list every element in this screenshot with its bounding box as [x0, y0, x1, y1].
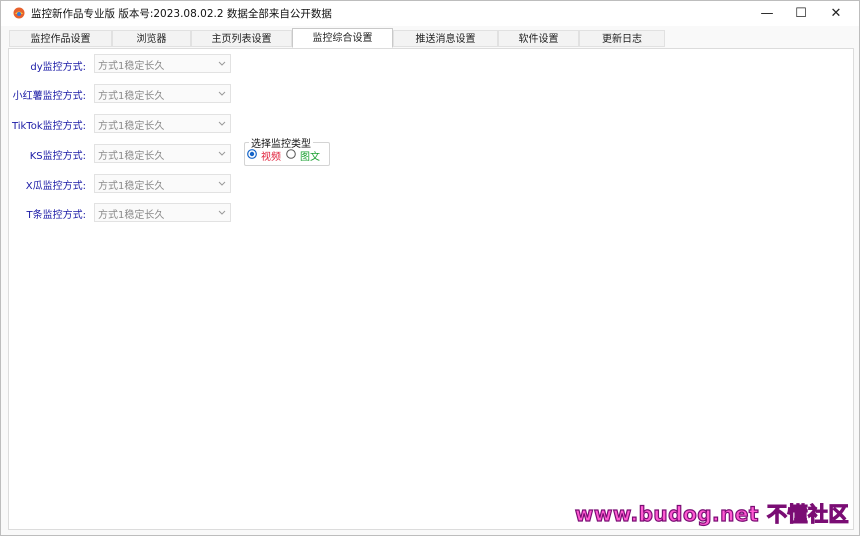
chevron-down-icon	[218, 121, 226, 126]
window-title: 监控新作品专业版 版本号:2023.08.02.2 数据全部来自公开数据	[31, 8, 332, 20]
tab-push-message[interactable]: 推送消息设置	[393, 30, 498, 47]
tab-monitor-works[interactable]: 监控作品设置	[9, 30, 112, 47]
chevron-down-icon	[218, 91, 226, 96]
tiktok-method-value: 方式1稳定长久	[98, 121, 165, 132]
tab-homepage-list[interactable]: 主页列表设置	[191, 30, 292, 47]
xigua-method-select[interactable]: 方式1稳定长久	[94, 174, 231, 193]
chevron-down-icon	[218, 181, 226, 186]
tiktok-method-select[interactable]: 方式1稳定长久	[94, 114, 231, 133]
xigua-method-label: X瓜监控方式:	[25, 181, 86, 192]
xhs-method-label: 小红薯监控方式:	[12, 91, 86, 102]
toutiao-method-value: 方式1稳定长久	[98, 210, 165, 221]
xhs-method-select[interactable]: 方式1稳定长久	[94, 84, 231, 103]
dy-method-select[interactable]: 方式1稳定长久	[94, 54, 231, 73]
minimize-button[interactable]: —	[749, 1, 785, 26]
watermark-url: www.budog.net	[574, 501, 759, 526]
title-bar: 监控新作品专业版 版本号:2023.08.02.2 数据全部来自公开数据 — ☐…	[1, 1, 859, 26]
monitor-type-group: 选择监控类型 视频 图文	[244, 135, 330, 166]
tab-strip: 监控作品设置 浏览器 主页列表设置 监控综合设置 推送消息设置 软件设置 更新日…	[9, 28, 665, 49]
radio-video[interactable]	[247, 149, 257, 159]
chevron-down-icon	[218, 151, 226, 156]
tab-monitor-general[interactable]: 监控综合设置	[292, 28, 393, 48]
tab-browser[interactable]: 浏览器	[112, 30, 191, 47]
ks-method-value: 方式1稳定长久	[98, 151, 165, 162]
tab-software[interactable]: 软件设置	[498, 30, 579, 47]
xigua-method-value: 方式1稳定长久	[98, 181, 165, 192]
watermark: www.budog.net 不懂社区	[574, 498, 849, 527]
chevron-down-icon	[218, 61, 226, 66]
tab-changelog[interactable]: 更新日志	[579, 30, 665, 47]
app-logo-icon	[13, 7, 25, 19]
toutiao-method-select[interactable]: 方式1稳定长久	[94, 203, 231, 222]
app-window: 监控新作品专业版 版本号:2023.08.02.2 数据全部来自公开数据 — ☐…	[0, 0, 860, 536]
radio-video-label[interactable]: 视频	[261, 148, 281, 163]
close-button[interactable]: ✕	[818, 1, 854, 26]
dy-method-label: dy监控方式:	[30, 62, 86, 73]
ks-method-label: KS监控方式:	[29, 151, 86, 162]
radio-image-text[interactable]	[286, 149, 296, 159]
maximize-button[interactable]: ☐	[783, 1, 819, 26]
radio-image-text-label[interactable]: 图文	[300, 148, 320, 163]
toutiao-method-label: T条监控方式:	[26, 210, 86, 221]
chevron-down-icon	[218, 210, 226, 215]
ks-method-select[interactable]: 方式1稳定长久	[94, 144, 231, 163]
xhs-method-value: 方式1稳定长久	[98, 91, 165, 102]
dy-method-value: 方式1稳定长久	[98, 61, 165, 72]
watermark-name: 不懂社区	[766, 501, 849, 526]
tiktok-method-label: TikTok监控方式:	[11, 121, 86, 132]
